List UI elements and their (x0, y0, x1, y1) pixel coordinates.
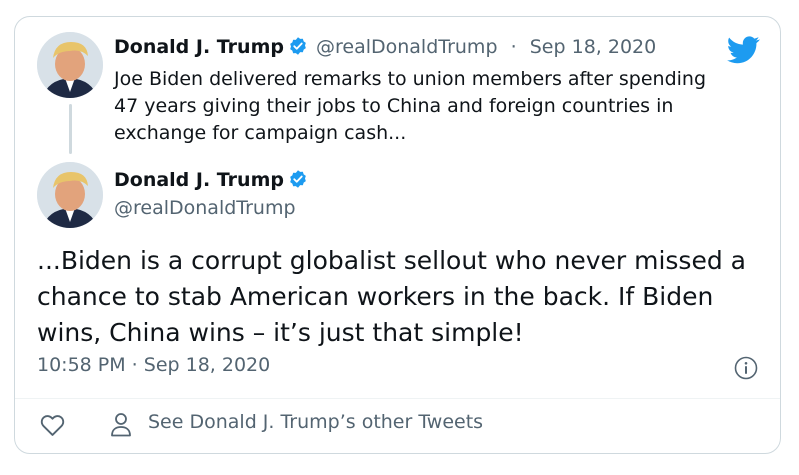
avatar[interactable] (37, 32, 103, 98)
author-handle[interactable]: @realDonaldTrump (114, 197, 296, 219)
tweet-header: Donald J. Trump @realDonaldTrump · Sep 18… (114, 36, 656, 60)
person-icon (110, 412, 132, 441)
divider (15, 398, 780, 399)
verified-badge-icon (288, 36, 308, 60)
thread-connector (69, 104, 72, 154)
tweet-date[interactable]: Sep 18, 2020 (530, 36, 656, 58)
author-handle[interactable]: @realDonaldTrump (316, 36, 498, 58)
tweet-text: Joe Biden delivered remarks to union mem… (114, 68, 707, 144)
author-name[interactable]: Donald J. Trump (114, 169, 284, 191)
avatar[interactable] (37, 162, 103, 228)
tweet-main-text: ...Biden is a corrupt globalist sellout … (37, 246, 746, 347)
twitter-bird-icon[interactable] (726, 36, 760, 68)
author-name[interactable]: Donald J. Trump (114, 36, 284, 58)
heart-icon[interactable] (40, 413, 65, 441)
info-icon[interactable] (734, 356, 758, 384)
separator-dot: · (510, 36, 517, 58)
author-row: Donald J. Trump (114, 169, 308, 193)
tweet-timestamp[interactable]: 10:58 PM · Sep 18, 2020 (37, 354, 270, 376)
see-other-tweets-link[interactable]: See Donald J. Trump’s other Tweets (148, 411, 483, 433)
verified-badge-icon (288, 169, 308, 193)
